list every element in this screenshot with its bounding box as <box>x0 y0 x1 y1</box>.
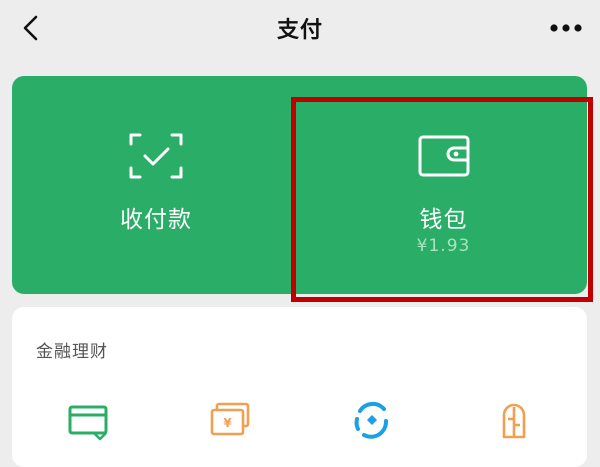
credit-card-icon[interactable] <box>66 399 110 443</box>
more-icon <box>550 24 582 32</box>
wallet-balance: ¥1.93 <box>416 236 471 256</box>
wallet-label: 钱包 <box>419 207 468 233</box>
cash-stack-icon[interactable]: ¥ <box>208 399 252 443</box>
page-title: 支付 <box>276 18 323 43</box>
finance-card: 金融理财 ¥ <box>12 307 587 467</box>
collect-pay-label: 收付款 <box>120 207 192 233</box>
navbar: 支付 <box>0 0 600 60</box>
wallet-button[interactable]: 钱包 ¥1.93 <box>300 76 587 294</box>
svg-text:¥: ¥ <box>223 416 232 430</box>
fund-circle-icon[interactable] <box>350 399 394 443</box>
wallet-icon <box>418 135 469 177</box>
collect-pay-button[interactable]: 收付款 <box>12 76 300 294</box>
scan-frame-check-icon <box>129 133 183 179</box>
more-button[interactable] <box>546 12 586 44</box>
wealth-icon[interactable] <box>492 399 536 443</box>
finance-section-title: 金融理财 <box>36 342 108 362</box>
pay-card: 收付款 钱包 ¥1.93 <box>12 76 587 294</box>
